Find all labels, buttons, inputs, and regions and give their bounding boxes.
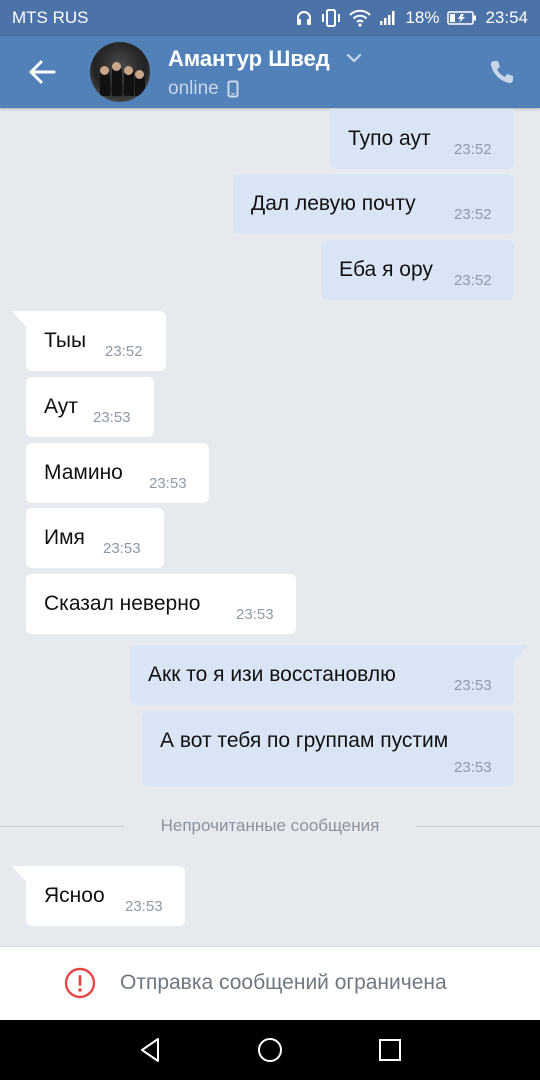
- status-bar: MTS RUS 18% 23:54: [0, 0, 540, 36]
- bubble-tail: [512, 645, 528, 663]
- message-text: Имя: [44, 526, 85, 549]
- message-time: 23:52: [105, 343, 143, 360]
- system-nav-bar: [0, 1020, 540, 1080]
- message-text: Аут: [44, 395, 78, 418]
- online-status-text: online: [168, 78, 219, 99]
- vibrate-icon: [322, 9, 341, 27]
- status-icons: 18% 23:54: [295, 8, 528, 28]
- message-text: Ясноо: [44, 884, 105, 907]
- message-text: Тыы: [44, 329, 87, 352]
- chat-header: Амантур Швед online: [0, 36, 540, 108]
- clock: 23:54: [485, 8, 528, 27]
- message-bubble-incoming[interactable]: Аут 23:53: [26, 377, 154, 437]
- bubble-tail: [12, 866, 28, 884]
- message-time: 23:52: [454, 206, 492, 223]
- message-bubble-incoming[interactable]: Сказал неверно 23:53: [26, 574, 296, 634]
- restriction-notice: Отправка сообщений ограничена: [120, 971, 447, 994]
- message-bubble-incoming[interactable]: Имя 23:53: [26, 508, 164, 568]
- message-bubble-outgoing[interactable]: А вот тебя по группам пустим 23:53: [142, 711, 514, 787]
- message-time: 23:53: [125, 898, 163, 915]
- message-time: 23:53: [103, 540, 141, 557]
- nav-recents-icon[interactable]: [375, 1035, 405, 1065]
- mobile-phone-icon: [227, 80, 239, 98]
- message-time: 23:53: [236, 606, 274, 623]
- composer-restricted-bar: Отправка сообщений ограничена: [0, 946, 540, 1021]
- message-text: Акк то я изи восстановлю: [148, 663, 396, 686]
- message-time: 23:52: [454, 272, 492, 289]
- nav-back-icon[interactable]: [136, 1035, 166, 1065]
- headphones-icon: [297, 11, 312, 25]
- message-bubble-outgoing[interactable]: Дал левую почту 23:52: [233, 174, 514, 234]
- message-text: Мамино: [44, 461, 123, 484]
- wifi-icon: [349, 9, 372, 27]
- unread-divider: Непрочитанные сообщения: [0, 816, 540, 838]
- divider-line: [416, 826, 540, 827]
- message-bubble-outgoing[interactable]: Еба я ору 23:52: [321, 240, 514, 300]
- message-time: 23:53: [454, 759, 492, 776]
- message-text: Дал левую почту: [251, 192, 416, 215]
- message-text: А вот тебя по группам пустим: [160, 729, 449, 752]
- message-text: Сказал неверно: [44, 592, 201, 615]
- message-time: 23:53: [93, 409, 131, 426]
- message-time: 23:53: [454, 677, 492, 694]
- message-bubble-outgoing[interactable]: Тупо аут 23:52: [330, 109, 514, 169]
- message-bubble-incoming[interactable]: Тыы 23:52: [12, 311, 166, 371]
- message-time: 23:52: [454, 141, 492, 158]
- carrier-name: MTS RUS: [12, 8, 89, 27]
- message-time: 23:53: [149, 475, 187, 492]
- presence-status: online: [168, 78, 239, 100]
- contact-name[interactable]: Амантур Швед: [168, 46, 330, 72]
- signal-icon: [380, 11, 395, 25]
- battery-percent: 18%: [405, 8, 440, 27]
- nav-home-icon[interactable]: [255, 1035, 285, 1065]
- message-text: Тупо аут: [348, 127, 431, 150]
- call-icon[interactable]: [488, 58, 516, 86]
- battery-charging-icon: [447, 11, 477, 25]
- bubble-tail: [12, 311, 28, 329]
- warning-icon: [64, 967, 96, 999]
- message-text: Еба я ору: [339, 258, 433, 281]
- message-bubble-outgoing[interactable]: Акк то я изи восстановлю 23:53: [130, 645, 528, 705]
- chevron-down-icon[interactable]: [346, 52, 362, 64]
- message-bubble-incoming[interactable]: Ясноо 23:53: [12, 866, 185, 926]
- back-arrow-icon[interactable]: [24, 56, 60, 88]
- avatar[interactable]: [90, 42, 150, 102]
- message-bubble-incoming[interactable]: Мамино 23:53: [26, 443, 209, 503]
